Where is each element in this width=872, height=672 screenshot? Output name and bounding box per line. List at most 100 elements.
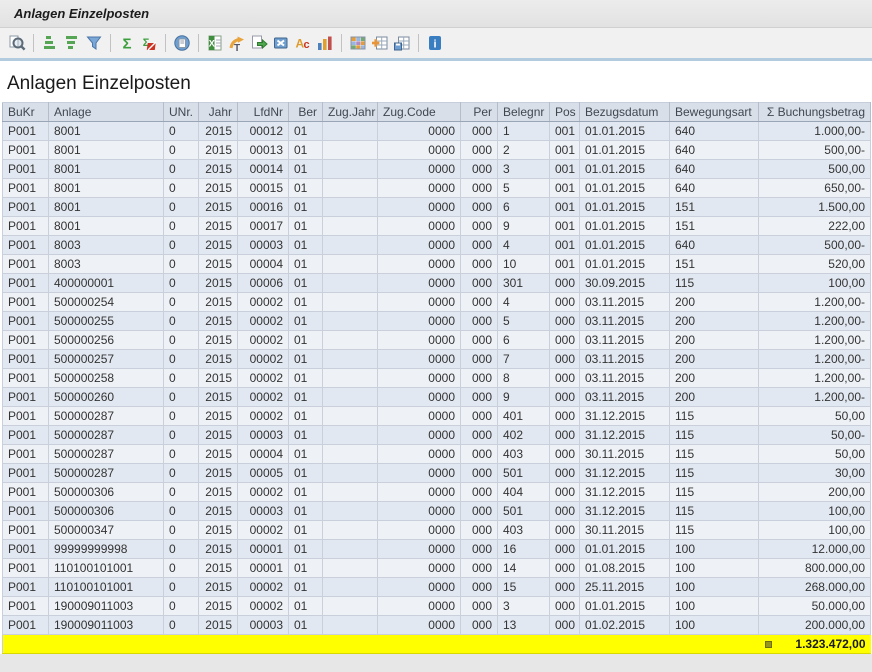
column-header-ber[interactable]: Ber <box>289 103 323 122</box>
cell-lfdnr[interactable]: 00002 <box>238 578 289 597</box>
cell-bukr[interactable]: P001 <box>3 426 49 445</box>
cell-zug-code[interactable]: 0000 <box>378 331 461 350</box>
cell-ber[interactable]: 01 <box>289 426 323 445</box>
cell-belegnr[interactable]: 5 <box>498 312 550 331</box>
cell-unr[interactable]: 0 <box>164 179 199 198</box>
cell-unr[interactable]: 0 <box>164 578 199 597</box>
cell-anlage[interactable]: 500000255 <box>49 312 164 331</box>
cell-jahr[interactable]: 2015 <box>199 407 238 426</box>
cell-lfdnr[interactable]: 00014 <box>238 160 289 179</box>
cell-bewegungsart[interactable]: 115 <box>670 483 759 502</box>
cell-zug-jahr[interactable] <box>323 255 378 274</box>
column-header-zug-code[interactable]: Zug.Code <box>378 103 461 122</box>
cell-bukr[interactable]: P001 <box>3 255 49 274</box>
cell-pos[interactable]: 000 <box>550 426 580 445</box>
cell-buchungsbetrag[interactable]: 1.200,00- <box>759 312 871 331</box>
cell-per[interactable]: 000 <box>461 331 498 350</box>
cell-belegnr[interactable]: 6 <box>498 198 550 217</box>
cell-anlage[interactable]: 8001 <box>49 217 164 236</box>
column-header-bezugsdatum[interactable]: Bezugsdatum <box>580 103 670 122</box>
cell-bezugsdatum[interactable]: 01.02.2015 <box>580 616 670 635</box>
cell-unr[interactable]: 0 <box>164 369 199 388</box>
cell-zug-code[interactable]: 0000 <box>378 597 461 616</box>
cell-belegnr[interactable]: 1 <box>498 122 550 141</box>
cell-ber[interactable]: 01 <box>289 312 323 331</box>
cell-lfdnr[interactable]: 00002 <box>238 312 289 331</box>
cell-zug-jahr[interactable] <box>323 597 378 616</box>
cell-buchungsbetrag[interactable]: 500,00 <box>759 160 871 179</box>
cell-ber[interactable]: 01 <box>289 179 323 198</box>
cell-buchungsbetrag[interactable]: 50.000,00 <box>759 597 871 616</box>
column-header-unr[interactable]: UNr. <box>164 103 199 122</box>
cell-unr[interactable]: 0 <box>164 388 199 407</box>
cell-belegnr[interactable]: 301 <box>498 274 550 293</box>
cell-zug-jahr[interactable] <box>323 483 378 502</box>
cell-zug-jahr[interactable] <box>323 179 378 198</box>
cell-bezugsdatum[interactable]: 30.11.2015 <box>580 445 670 464</box>
information-icon[interactable]: i <box>424 32 446 54</box>
cell-buchungsbetrag[interactable]: 520,00 <box>759 255 871 274</box>
cell-zug-jahr[interactable] <box>323 616 378 635</box>
cell-pos[interactable]: 000 <box>550 521 580 540</box>
cell-bewegungsart[interactable]: 100 <box>670 540 759 559</box>
cell-anlage[interactable]: 8001 <box>49 141 164 160</box>
cell-zug-code[interactable]: 0000 <box>378 559 461 578</box>
cell-pos[interactable]: 000 <box>550 388 580 407</box>
cell-anlage[interactable]: 8003 <box>49 236 164 255</box>
cell-belegnr[interactable]: 10 <box>498 255 550 274</box>
cell-bezugsdatum[interactable]: 31.12.2015 <box>580 407 670 426</box>
cell-bukr[interactable]: P001 <box>3 407 49 426</box>
cell-per[interactable]: 000 <box>461 312 498 331</box>
cell-per[interactable]: 000 <box>461 407 498 426</box>
cell-per[interactable]: 000 <box>461 274 498 293</box>
cell-bukr[interactable]: P001 <box>3 217 49 236</box>
cell-ber[interactable]: 01 <box>289 521 323 540</box>
table-row[interactable]: P001110100101001020150000101000000014000… <box>3 559 871 578</box>
cell-lfdnr[interactable]: 00002 <box>238 388 289 407</box>
cell-bewegungsart[interactable]: 200 <box>670 331 759 350</box>
cell-jahr[interactable]: 2015 <box>199 578 238 597</box>
table-row[interactable]: P001400000001020150000601000000030100030… <box>3 274 871 293</box>
cell-anlage[interactable]: 500000256 <box>49 331 164 350</box>
cell-ber[interactable]: 01 <box>289 198 323 217</box>
table-row[interactable]: P001500000287020150000501000000050100031… <box>3 464 871 483</box>
subtotal-icon[interactable]: Σ <box>138 32 160 54</box>
cell-bukr[interactable]: P001 <box>3 122 49 141</box>
cell-per[interactable]: 000 <box>461 426 498 445</box>
cell-per[interactable]: 000 <box>461 502 498 521</box>
cell-zug-code[interactable]: 0000 <box>378 122 461 141</box>
cell-bezugsdatum[interactable]: 03.11.2015 <box>580 369 670 388</box>
cell-bezugsdatum[interactable]: 01.08.2015 <box>580 559 670 578</box>
cell-pos[interactable]: 000 <box>550 274 580 293</box>
cell-bezugsdatum[interactable]: 31.12.2015 <box>580 426 670 445</box>
cell-belegnr[interactable]: 5 <box>498 179 550 198</box>
cell-jahr[interactable]: 2015 <box>199 559 238 578</box>
cell-buchungsbetrag[interactable]: 200.000,00 <box>759 616 871 635</box>
cell-belegnr[interactable]: 3 <box>498 597 550 616</box>
abc-analysis-icon[interactable]: Ac <box>292 32 314 54</box>
cell-ber[interactable]: 01 <box>289 217 323 236</box>
cell-anlage[interactable]: 400000001 <box>49 274 164 293</box>
cell-unr[interactable]: 0 <box>164 597 199 616</box>
cell-unr[interactable]: 0 <box>164 616 199 635</box>
cell-buchungsbetrag[interactable]: 1.200,00- <box>759 350 871 369</box>
cell-bezugsdatum[interactable]: 01.01.2015 <box>580 540 670 559</box>
cell-jahr[interactable]: 2015 <box>199 217 238 236</box>
cell-pos[interactable]: 000 <box>550 331 580 350</box>
cell-bewegungsart[interactable]: 640 <box>670 236 759 255</box>
cell-bukr[interactable]: P001 <box>3 293 49 312</box>
cell-bezugsdatum[interactable]: 01.01.2015 <box>580 122 670 141</box>
cell-ber[interactable]: 01 <box>289 160 323 179</box>
cell-anlage[interactable]: 500000257 <box>49 350 164 369</box>
cell-ber[interactable]: 01 <box>289 388 323 407</box>
cell-zug-code[interactable]: 0000 <box>378 141 461 160</box>
cell-bezugsdatum[interactable]: 31.12.2015 <box>580 464 670 483</box>
cell-pos[interactable]: 000 <box>550 293 580 312</box>
cell-jahr[interactable]: 2015 <box>199 445 238 464</box>
cell-belegnr[interactable]: 401 <box>498 407 550 426</box>
cell-jahr[interactable]: 2015 <box>199 502 238 521</box>
cell-bezugsdatum[interactable]: 01.01.2015 <box>580 160 670 179</box>
cell-zug-code[interactable]: 0000 <box>378 521 461 540</box>
table-row[interactable]: P001500000287020150000401000000040300030… <box>3 445 871 464</box>
cell-bezugsdatum[interactable]: 01.01.2015 <box>580 255 670 274</box>
